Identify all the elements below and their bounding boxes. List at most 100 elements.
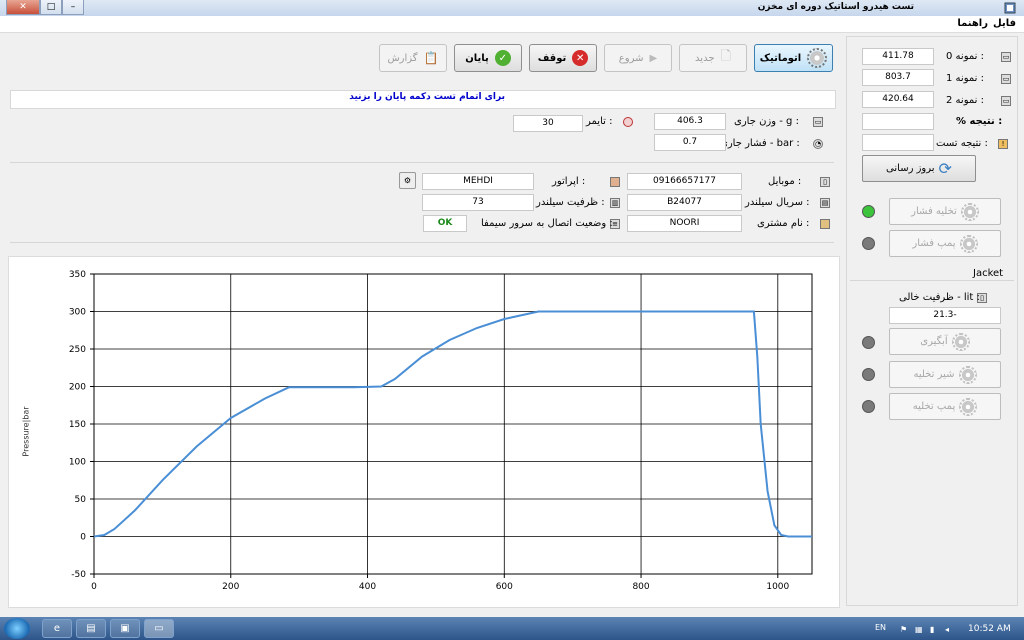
start-label: شروع: [618, 52, 644, 64]
jacket-title: Jacket: [973, 268, 1004, 279]
pressure-field: 0.7: [654, 134, 726, 151]
drain-pump-label: پمپ تخلیه: [912, 401, 956, 412]
window-maximize-button[interactable]: □: [40, 0, 62, 15]
capacity-field: 73: [422, 194, 534, 211]
y-tick-label: -50: [71, 570, 86, 580]
x-tick-label: 200: [222, 582, 239, 592]
clipboard-icon: 📋: [423, 51, 439, 65]
tray-volume-icon[interactable]: ◂: [945, 625, 954, 634]
sample-2-icon: ▭: [1001, 96, 1011, 106]
server-label: وضعیت اتصال به سرور سیمفا :: [481, 218, 613, 229]
gear-icon: [959, 234, 978, 253]
server-status-field: OK: [423, 215, 467, 232]
result-percent-field: [862, 113, 934, 130]
finish-label: پایان: [465, 52, 489, 64]
clock: 10:52 AM: [968, 624, 1011, 634]
taskbar-media-icon[interactable]: ▣: [110, 619, 140, 638]
timer-field: 30: [513, 115, 583, 132]
sample-2-label: نمونه 2 :: [946, 95, 984, 106]
customer-icon: [820, 219, 830, 229]
separator: [10, 242, 834, 243]
taskbar-ie-icon[interactable]: e: [42, 619, 72, 638]
stop-button[interactable]: توقف ✕: [529, 44, 597, 72]
x-tick-label: 600: [496, 582, 513, 592]
operator-icon: [610, 177, 620, 187]
new-button[interactable]: جدید 🗋: [679, 44, 747, 72]
x-tick-label: 400: [359, 582, 376, 592]
pressure-pump-led: [862, 237, 875, 250]
test-result-field: [862, 134, 934, 151]
report-button[interactable]: گزارش 📋: [379, 44, 447, 72]
checkmark-icon: ✓: [494, 50, 511, 66]
window-minimize-button[interactable]: –: [62, 0, 84, 15]
title-bar: ✕ □ – تست هیدرو استاتیک دوره ای مخزن: [0, 0, 1024, 17]
automatic-button[interactable]: اتوماتیک: [754, 44, 833, 72]
y-tick-label: 300: [69, 308, 86, 318]
tray-flag-icon[interactable]: ⚑: [900, 625, 909, 634]
refresh-icon: ⟳: [938, 159, 952, 178]
sample-2-field: 420.64: [862, 91, 934, 108]
empty-capacity-label: ظرفیت خالی - lit :: [899, 292, 980, 303]
mobile-icon: ▯: [820, 177, 830, 187]
pressure-chart: -50 0 50 100 150 200 250 300 350 0 200 400 600 800 100…: [69, 270, 813, 592]
gear-icon: [958, 365, 977, 384]
menu-file[interactable]: فایل: [993, 18, 1016, 29]
sample-0-label: نمونه 0 :: [946, 51, 984, 62]
pressure-release-label: تخلیه فشار: [911, 206, 957, 217]
start-button[interactable]: شروع ▶: [604, 44, 672, 72]
timer-icon: [623, 117, 633, 127]
mobile-field: 09166657177: [627, 173, 742, 190]
pressure-label: فشار جاری - bar :: [720, 138, 800, 149]
serial-field: B24077: [627, 194, 742, 211]
menu-help[interactable]: راهنما: [957, 18, 988, 29]
operator-settings-button[interactable]: ⚙: [399, 172, 416, 189]
tray-battery-icon[interactable]: ▮: [930, 625, 939, 634]
taskbar-app-icon[interactable]: ▭: [144, 619, 174, 638]
pressure-chart-panel: -50 0 50 100 150 200 250 300 350 0 200 400 600 800 100…: [8, 256, 840, 608]
start-menu-button[interactable]: [4, 618, 30, 639]
pressure-pump-button[interactable]: پمپ فشار: [889, 230, 1001, 257]
settings-icon: ⚙: [403, 176, 412, 185]
update-button[interactable]: بروز رسانی ⟳: [862, 155, 976, 182]
window-title: تست هیدرو استاتیک دوره ای مخزن: [757, 2, 914, 12]
y-tick-label: 100: [69, 458, 86, 468]
sample-1-label: نمونه 1 :: [946, 73, 984, 84]
update-label: بروز رسانی: [886, 163, 935, 174]
fill-water-label: آبگیری: [920, 336, 948, 347]
gear-icon: [951, 332, 970, 351]
empty-capacity-field: 21.3-: [889, 307, 1001, 324]
gear-icon: [960, 202, 979, 221]
y-tick-label: 150: [69, 420, 86, 430]
automatic-label: اتوماتیک: [759, 52, 802, 64]
language-indicator[interactable]: EN: [875, 623, 886, 632]
y-tick-label: 50: [75, 495, 87, 505]
capacity-label: ظرفیت سیلندر :: [536, 197, 605, 208]
drain-valve-button[interactable]: شیر تخلیه: [889, 361, 1001, 388]
test-result-label: نتیجه تست :: [936, 138, 988, 149]
gear-icon: [959, 397, 978, 416]
y-tick-label: 250: [69, 345, 86, 355]
drain-pump-button[interactable]: پمپ تخلیه: [889, 393, 1001, 420]
x-tick-label: 800: [632, 582, 649, 592]
timer-label: تایمر :: [586, 116, 613, 127]
customer-label: نام مشتری :: [757, 218, 810, 229]
separator: [850, 280, 1014, 281]
stop-icon: ✕: [572, 50, 589, 66]
pressure-release-button[interactable]: تخلیه فشار: [889, 198, 1001, 225]
pressure-release-led: [862, 205, 875, 218]
fill-water-button[interactable]: آبگیری: [889, 328, 1001, 355]
sample-0-icon: ▭: [1001, 52, 1011, 62]
finish-button[interactable]: پایان ✓: [454, 44, 522, 72]
y-tick-label: 0: [80, 533, 86, 543]
tray-network-icon[interactable]: ▦: [915, 625, 924, 634]
drain-valve-led: [862, 368, 875, 381]
window-close-button[interactable]: ✕: [6, 0, 40, 15]
status-message: برای اتمام تست دکمه پایان را بزنید: [349, 92, 505, 102]
weight-field: 406.3: [654, 113, 726, 130]
report-label: گزارش: [387, 52, 418, 64]
scale-icon: ▭: [813, 117, 823, 127]
status-message-bar: برای اتمام تست دکمه پایان را بزنید: [10, 90, 836, 109]
serial-icon: ▤: [820, 198, 830, 208]
taskbar-explorer-icon[interactable]: ▤: [76, 619, 106, 638]
new-label: جدید: [695, 52, 715, 64]
